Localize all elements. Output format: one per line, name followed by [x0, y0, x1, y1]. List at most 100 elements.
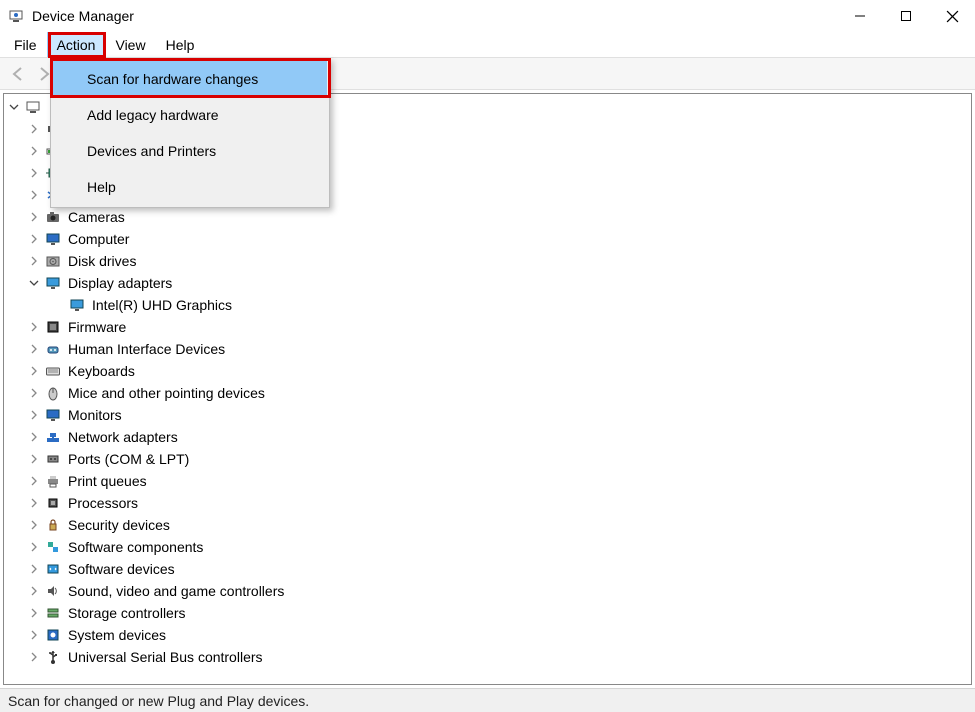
chevron-right-icon[interactable] [26, 649, 42, 665]
tree-item-label: Software components [66, 539, 205, 555]
chevron-right-icon[interactable] [26, 517, 42, 533]
close-button[interactable] [929, 0, 975, 32]
tree-item[interactable]: Monitors [4, 404, 971, 426]
expander-placeholder [50, 297, 66, 313]
chevron-right-icon[interactable] [26, 165, 42, 181]
tree-item-label: Computer [66, 231, 131, 247]
tree-item-label: Display adapters [66, 275, 174, 291]
chevron-right-icon[interactable] [26, 561, 42, 577]
tree-item[interactable]: Keyboards [4, 360, 971, 382]
computer-icon [24, 98, 42, 116]
tree-item-label: Monitors [66, 407, 124, 423]
storage-icon [44, 604, 62, 622]
dropdown-item[interactable]: Add legacy hardware [53, 97, 327, 133]
tree-item[interactable]: Ports (COM & LPT) [4, 448, 971, 470]
chevron-right-icon[interactable] [26, 341, 42, 357]
menu-view[interactable]: View [105, 32, 155, 57]
tree-item[interactable]: Sound, video and game controllers [4, 580, 971, 602]
maximize-button[interactable] [883, 0, 929, 32]
dropdown-item-label: Add legacy hardware [87, 107, 219, 123]
chevron-right-icon[interactable] [26, 473, 42, 489]
tree-item[interactable]: Software components [4, 536, 971, 558]
keyboard-icon [44, 362, 62, 380]
display-icon [44, 274, 62, 292]
tree-item[interactable]: Cameras [4, 206, 971, 228]
chevron-right-icon[interactable] [26, 187, 42, 203]
menu-file[interactable]: File [4, 32, 47, 57]
dropdown-item[interactable]: Scan for hardware changes [53, 61, 327, 97]
chevron-right-icon[interactable] [26, 363, 42, 379]
disk-icon [44, 252, 62, 270]
tree-item[interactable]: Intel(R) UHD Graphics [4, 294, 971, 316]
tree-item[interactable]: Computer [4, 228, 971, 250]
menubar: File Action View Help [0, 32, 975, 58]
tree-item-label: Universal Serial Bus controllers [66, 649, 265, 665]
chevron-right-icon[interactable] [26, 385, 42, 401]
dropdown-item-label: Devices and Printers [87, 143, 216, 159]
firmware-icon [44, 318, 62, 336]
chevron-right-icon[interactable] [26, 451, 42, 467]
tree-item[interactable]: Storage controllers [4, 602, 971, 624]
tree-item-label: Print queues [66, 473, 149, 489]
port-icon [44, 450, 62, 468]
tree-item-label: Processors [66, 495, 140, 511]
chevron-down-icon[interactable] [26, 275, 42, 291]
tree-item-label: Keyboards [66, 363, 137, 379]
expander-icon[interactable] [6, 99, 22, 115]
swcomp-icon [44, 538, 62, 556]
tree-item[interactable]: Universal Serial Bus controllers [4, 646, 971, 668]
tree-item[interactable]: Security devices [4, 514, 971, 536]
dropdown-item[interactable]: Help [53, 169, 327, 205]
chevron-right-icon[interactable] [26, 231, 42, 247]
chevron-right-icon[interactable] [26, 495, 42, 511]
chevron-right-icon[interactable] [26, 143, 42, 159]
cpu-icon [44, 494, 62, 512]
chevron-right-icon[interactable] [26, 253, 42, 269]
chevron-right-icon[interactable] [26, 407, 42, 423]
menu-file-label: File [14, 37, 37, 53]
mouse-icon [44, 384, 62, 402]
printer-icon [44, 472, 62, 490]
chevron-right-icon[interactable] [26, 605, 42, 621]
chevron-right-icon[interactable] [26, 209, 42, 225]
tree-item-label: Sound, video and game controllers [66, 583, 286, 599]
tree-item[interactable]: Mice and other pointing devices [4, 382, 971, 404]
dropdown-item[interactable]: Devices and Printers [53, 133, 327, 169]
tree-item-label: Network adapters [66, 429, 180, 445]
monitor-icon [44, 406, 62, 424]
chevron-right-icon[interactable] [26, 539, 42, 555]
minimize-button[interactable] [837, 0, 883, 32]
action-dropdown: Scan for hardware changes Add legacy hard… [50, 58, 330, 208]
tree-item[interactable]: Network adapters [4, 426, 971, 448]
tree-item[interactable]: Human Interface Devices [4, 338, 971, 360]
dropdown-item-label: Scan for hardware changes [87, 71, 258, 87]
tree-item[interactable]: Software devices [4, 558, 971, 580]
tree-item-label: Software devices [66, 561, 177, 577]
tree-item[interactable]: Disk drives [4, 250, 971, 272]
back-button[interactable] [6, 62, 30, 86]
tree-item[interactable]: Display adapters [4, 272, 971, 294]
menu-help[interactable]: Help [156, 32, 205, 57]
tree-item[interactable]: Firmware [4, 316, 971, 338]
tree-item[interactable]: Print queues [4, 470, 971, 492]
security-icon [44, 516, 62, 534]
tree-item-label: Ports (COM & LPT) [66, 451, 191, 467]
usb-icon [44, 648, 62, 666]
tree-item-label: System devices [66, 627, 168, 643]
menu-action-label: Action [57, 37, 96, 53]
swdev-icon [44, 560, 62, 578]
chevron-right-icon[interactable] [26, 429, 42, 445]
display-icon [68, 296, 86, 314]
network-icon [44, 428, 62, 446]
tree-item[interactable]: Processors [4, 492, 971, 514]
menu-action[interactable]: Action [47, 32, 106, 57]
chevron-right-icon[interactable] [26, 121, 42, 137]
chevron-right-icon[interactable] [26, 627, 42, 643]
menu-help-label: Help [166, 37, 195, 53]
window-title: Device Manager [32, 8, 134, 24]
system-icon [44, 626, 62, 644]
tree-item[interactable]: System devices [4, 624, 971, 646]
chevron-right-icon[interactable] [26, 583, 42, 599]
chevron-right-icon[interactable] [26, 319, 42, 335]
tree-item-label: Cameras [66, 209, 127, 225]
